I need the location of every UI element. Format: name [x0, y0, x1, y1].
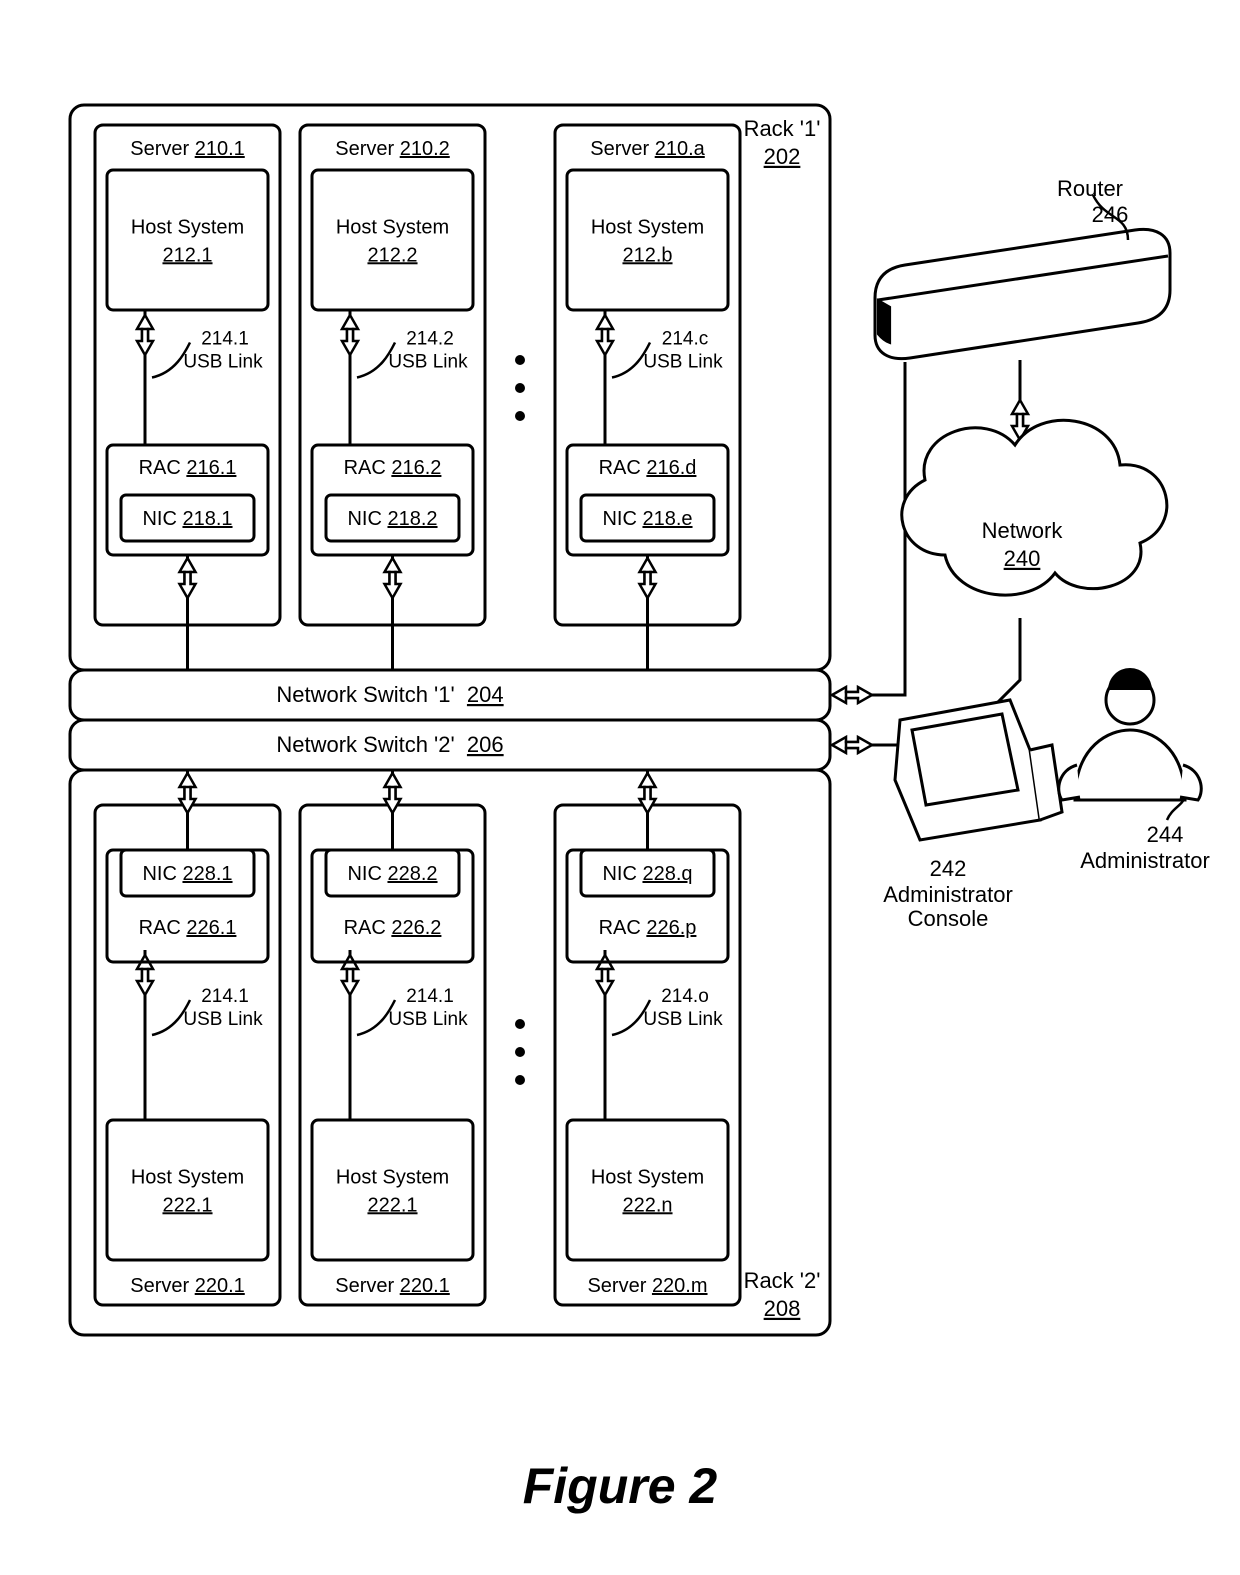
switch-2-label: Network Switch '2' 206	[276, 732, 503, 757]
rack-2-label: Rack '2'	[744, 1268, 821, 1293]
usb-ref: 214.1	[201, 986, 249, 1007]
connector-line	[872, 362, 905, 695]
rac-label: RAC 216.d	[599, 457, 697, 479]
nic-label: NIC 228.1	[142, 863, 232, 885]
double-arrow-icon	[640, 773, 656, 813]
rac-label: RAC 226.1	[139, 917, 237, 939]
host-system	[567, 1120, 728, 1260]
host-label: Host System	[591, 216, 704, 238]
server	[95, 125, 280, 625]
double-arrow-icon	[832, 737, 872, 753]
rack-2	[70, 770, 830, 1335]
nic-label: NIC 218.e	[602, 508, 692, 530]
host-ref: 222.1	[367, 1194, 417, 1216]
rack-1-ref: 202	[764, 144, 801, 169]
nic-label: NIC 228.2	[347, 863, 437, 885]
host-ref: 222.n	[622, 1194, 672, 1216]
router-label: Router	[1057, 176, 1123, 201]
host-system	[107, 170, 268, 310]
server-label: Server 220.m	[587, 1275, 707, 1297]
nic-label: NIC 218.1	[142, 508, 232, 530]
router	[875, 229, 1170, 358]
double-arrow-icon	[640, 558, 656, 598]
double-arrow-icon	[137, 315, 153, 355]
rack-2-ref: 208	[764, 1296, 801, 1321]
admin-console-label-2: Console	[908, 906, 989, 931]
server-label: Server 220.1	[130, 1275, 245, 1297]
figure-caption: Figure 2	[523, 1458, 718, 1514]
double-arrow-icon	[832, 687, 872, 703]
usb-ref: 214.c	[662, 329, 708, 350]
host-label: Host System	[591, 1166, 704, 1188]
usb-ref: 214.2	[406, 329, 454, 350]
double-arrow-icon	[342, 315, 358, 355]
host-system	[312, 1120, 473, 1260]
host-system	[567, 170, 728, 310]
server-label: Server 210.a	[590, 138, 705, 160]
double-arrow-icon	[385, 773, 401, 813]
rack-1-label: Rack '1'	[744, 116, 821, 141]
usb-label: USB Link	[388, 352, 468, 373]
network-ref: 240	[1004, 546, 1041, 571]
double-arrow-icon	[180, 773, 196, 813]
admin-console-ref: 242	[930, 856, 967, 881]
usb-ref: 214.1	[201, 329, 249, 350]
server-label: Server 210.1	[130, 138, 245, 160]
server	[300, 125, 485, 625]
usb-ref: 214.o	[661, 986, 709, 1007]
host-ref: 222.1	[162, 1194, 212, 1216]
admin-console-label-1: Administrator	[883, 882, 1013, 907]
double-arrow-icon	[385, 558, 401, 598]
usb-label: USB Link	[643, 1009, 723, 1030]
host-ref: 212.2	[367, 244, 417, 266]
host-label: Host System	[336, 1166, 449, 1188]
usb-label: USB Link	[183, 352, 263, 373]
host-system	[312, 170, 473, 310]
server-label: Server 210.2	[335, 138, 450, 160]
usb-ref: 214.1	[406, 986, 454, 1007]
usb-label: USB Link	[183, 1009, 263, 1030]
admin-console-icon	[895, 618, 1062, 840]
figure-diagram: Rack '1' 202 Network Switch '1' 204 Netw…	[0, 0, 1240, 1575]
host-ref: 212.1	[162, 244, 212, 266]
nic-label: NIC 228.q	[602, 863, 692, 885]
rac-label: RAC 216.1	[139, 457, 237, 479]
double-arrow-icon	[597, 315, 613, 355]
switch-1-label: Network Switch '1' 204	[276, 682, 503, 707]
usb-label: USB Link	[643, 352, 723, 373]
double-arrow-icon	[180, 558, 196, 598]
admin-ref: 244	[1147, 822, 1184, 847]
rac-label: RAC 226.p	[599, 917, 697, 939]
server	[555, 125, 740, 625]
rac-label: RAC 226.2	[344, 917, 442, 939]
host-label: Host System	[131, 1166, 244, 1188]
server-label: Server 220.1	[335, 1275, 450, 1297]
host-ref: 212.b	[622, 244, 672, 266]
network-label: Network	[982, 518, 1064, 543]
host-system	[107, 1120, 268, 1260]
administrator-icon	[1059, 668, 1202, 800]
nic-label: NIC 218.2	[347, 508, 437, 530]
host-label: Host System	[336, 216, 449, 238]
rac-label: RAC 216.2	[344, 457, 442, 479]
host-label: Host System	[131, 216, 244, 238]
usb-label: USB Link	[388, 1009, 468, 1030]
admin-label: Administrator	[1080, 848, 1210, 873]
